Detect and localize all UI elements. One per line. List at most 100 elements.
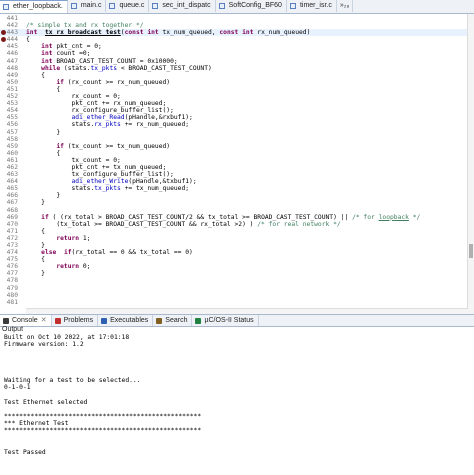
code-line[interactable]: 447 int BROAD_CAST_TEST_COUNT = 0x10000; xyxy=(0,58,468,65)
editor-tab-4[interactable]: SoftConfig_BF60 xyxy=(216,0,287,12)
code-line[interactable]: 441 xyxy=(0,15,468,22)
c-file-icon xyxy=(109,3,116,9)
code-line[interactable]: 457 } xyxy=(0,129,468,136)
console-output[interactable]: Built on Oct 10 2022, at 17:01:18 Firmwar… xyxy=(0,334,474,475)
code-token: if xyxy=(63,249,72,257)
view-tab-search[interactable]: Search xyxy=(153,315,193,326)
code-line[interactable]: 459 if (tx_count >= tx_num_queued) xyxy=(0,143,468,150)
code-line[interactable]: 454 rx_configure_buffer_list(); xyxy=(0,107,468,114)
editor-vertical-scrollbar[interactable] xyxy=(467,14,474,314)
code-token: return xyxy=(56,263,80,271)
code-line[interactable]: 464 adi_ether_Write(pHandle,&txbuf1); xyxy=(0,178,468,185)
line-number: 442 xyxy=(6,22,18,30)
line-number: 481 xyxy=(6,298,18,306)
console-line: Test Passed xyxy=(4,449,46,456)
code-token: loopback xyxy=(378,213,409,221)
code-token: (pHandle,&txbuf1); xyxy=(128,178,197,186)
code-line[interactable]: 467 } xyxy=(0,199,468,206)
code-line[interactable]: 462 pkt_cnt += tx_num_queued; xyxy=(0,164,468,171)
code-token: (rx_count >= rx_num_queued) xyxy=(63,78,171,86)
code-line[interactable]: 477 } xyxy=(0,270,468,277)
code-line[interactable]: 455 adi_ether_Read(pHandle,&rxbuf1); xyxy=(0,114,468,121)
code-line[interactable]: 458 xyxy=(0,136,468,143)
scroll-thumb[interactable] xyxy=(469,244,473,258)
editor-tab-5[interactable]: timer_isr.c xyxy=(287,0,337,12)
code-line[interactable]: 481 xyxy=(0,299,468,306)
code-line[interactable]: 449 { xyxy=(0,72,468,79)
code-line[interactable]: 443 int tx_rx_broadcast_test(const int tx… xyxy=(0,29,468,37)
line-number: 479 xyxy=(6,284,18,292)
code-line[interactable]: 480 xyxy=(0,292,468,299)
editor-tab-3[interactable]: sec_int_dispatc xyxy=(149,0,216,12)
view-tab--c-os-ii-status[interactable]: µC/OS-II Status xyxy=(192,315,259,326)
line-number: 466 xyxy=(6,192,18,200)
line-number: 468 xyxy=(6,206,18,214)
code-token: count =0; xyxy=(52,50,91,58)
more-tabs-button[interactable]: »₂₈ xyxy=(337,0,354,12)
code-line[interactable]: 471 { xyxy=(0,228,468,235)
code-line[interactable]: 463 tx_configure_buffer_list(); xyxy=(0,171,468,178)
view-tab-executables[interactable]: Executables xyxy=(98,315,154,326)
line-number: 458 xyxy=(6,135,18,143)
code-line[interactable]: 468 xyxy=(0,207,468,214)
line-number: 477 xyxy=(6,270,18,278)
view-tab-label: Search xyxy=(165,317,188,324)
code-token: pkt_cnt += rx_num_queued; xyxy=(26,100,167,108)
code-line[interactable]: 466 } xyxy=(0,192,468,199)
code-line[interactable]: 448 while (stats.tx_pkts < BROAD_CAST_TE… xyxy=(0,65,468,72)
line-number: 459 xyxy=(6,142,18,150)
code-line[interactable]: 461 tx_count = 0; xyxy=(0,157,468,164)
code-line[interactable]: 465 stats.tx_pkts += tx_num_queued; xyxy=(0,185,468,192)
code-line[interactable]: 446 int count =0; xyxy=(0,50,468,57)
editor-tab-label: SoftConfig_BF60 xyxy=(228,2,282,9)
code-token: (stats. xyxy=(60,64,91,72)
code-editor[interactable]: 441 442/* simple tx and rx together */443… xyxy=(0,14,474,314)
search-icon xyxy=(156,317,163,324)
code-line[interactable]: 450 if (rx_count >= rx_num_queued) xyxy=(0,79,468,86)
editor-tab-2[interactable]: queue.c xyxy=(106,0,150,12)
code-line[interactable]: 451 { xyxy=(0,86,468,93)
code-line[interactable]: 469 if ( (rx_total > BROAD_CAST_TEST_COU… xyxy=(0,214,468,221)
code-token: BROAD_CAST_TEST_COUNT = 0x10000; xyxy=(52,57,178,65)
code-line[interactable]: 476 return 0; xyxy=(0,263,468,270)
editor-tab-0[interactable]: ether_loopback. xyxy=(0,0,68,13)
code-lines[interactable]: 441 442/* simple tx and rx together */443… xyxy=(0,15,468,306)
code-token: if xyxy=(41,213,49,221)
line-number: 478 xyxy=(6,277,18,285)
code-line[interactable]: 478 xyxy=(0,277,468,284)
code-token: { xyxy=(26,227,45,235)
code-line[interactable]: 472 return 1; xyxy=(0,235,468,242)
code-line[interactable]: 452 rx_count = 0; xyxy=(0,93,468,100)
line-number: 450 xyxy=(6,78,18,86)
code-token: (pHandle,&rxbuf1); xyxy=(124,114,193,122)
line-number: 471 xyxy=(6,227,18,235)
code-token: rx_count = 0; xyxy=(26,93,121,101)
code-token: 1; xyxy=(79,234,91,242)
code-token: /* for real network */ xyxy=(257,220,341,228)
code-line[interactable]: 479 xyxy=(0,285,468,292)
editor-tab-1[interactable]: main.c xyxy=(68,0,107,12)
line-number: 464 xyxy=(6,178,18,186)
line-number: 480 xyxy=(6,291,18,299)
view-tab-console[interactable]: Console ✕ xyxy=(0,315,52,326)
close-icon[interactable]: ✕ xyxy=(41,317,47,324)
code-line[interactable]: 470 (tx_total >= BROAD_CAST_TEST_COUNT &… xyxy=(0,221,468,228)
code-token: */ xyxy=(408,213,421,221)
line-number: 469 xyxy=(6,213,18,221)
editor-tab-label: sec_int_dispatc xyxy=(162,2,211,9)
line-number: 457 xyxy=(6,128,18,136)
code-line[interactable]: 460 { xyxy=(0,150,468,157)
code-line[interactable]: 475 { xyxy=(0,256,468,263)
code-line[interactable]: 456 stats.rx_pkts += rx_num_queued; xyxy=(0,121,468,128)
code-line[interactable]: 474 else if(rx_total == 0 && tx_total ==… xyxy=(0,249,468,256)
code-token: const int xyxy=(124,29,159,37)
view-tab-problems[interactable]: Problems xyxy=(52,315,99,326)
code-line[interactable]: 453 pkt_cnt += rx_num_queued; xyxy=(0,100,468,107)
line-number: 467 xyxy=(6,199,18,207)
